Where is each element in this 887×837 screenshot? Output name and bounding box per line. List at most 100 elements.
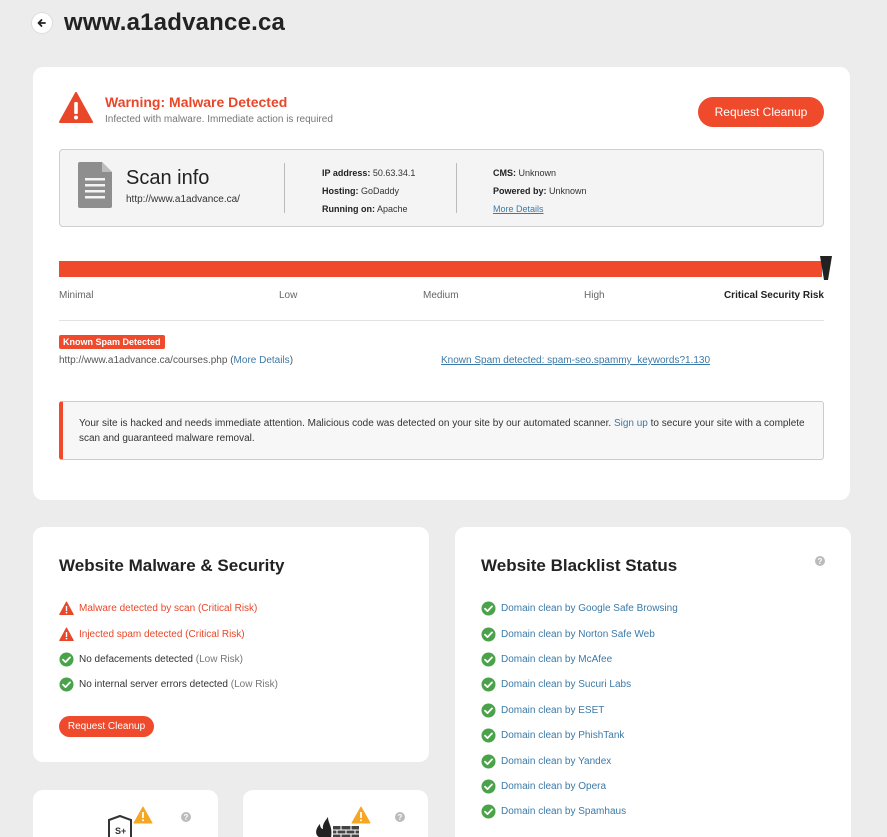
cms-value: Unknown	[518, 168, 557, 178]
security-item-text: No internal server errors detected	[79, 679, 228, 691]
help-icon[interactable]: ?	[815, 556, 825, 566]
security-item-risk: (Critical Risk)	[195, 603, 258, 615]
risk-label-medium: Medium	[423, 290, 459, 301]
check-circle-icon	[481, 703, 496, 718]
risk-marker-icon	[820, 256, 832, 280]
blacklist-item-text[interactable]: Domain clean by Sucuri Labs	[501, 679, 631, 690]
powered-label: Powered by:	[493, 186, 547, 196]
ip-label: IP address:	[322, 168, 371, 178]
check-circle-icon	[481, 779, 496, 794]
risk-label-high: High	[584, 290, 605, 301]
blacklist-item-text[interactable]: Domain clean by ESET	[501, 705, 604, 716]
security-item-text: Malware detected by scan	[79, 603, 196, 615]
list-item: Domain clean by McAfee	[481, 647, 678, 672]
arrow-left-icon	[37, 19, 46, 27]
security-item-risk: (Critical Risk)	[182, 628, 245, 640]
warning-triangle-icon	[59, 627, 74, 641]
list-item: No defacements detected (Low Risk)	[59, 647, 278, 672]
server-info: IP address: 50.63.34.1 Hosting: GoDaddy …	[322, 164, 415, 218]
risk-label-minimal: Minimal	[59, 290, 94, 301]
spam-url: http://www.a1advance.ca/courses.php (Mor…	[59, 355, 293, 366]
scan-info-box: Scan info http://www.a1advance.ca/ IP ad…	[59, 149, 824, 227]
check-circle-icon	[481, 652, 496, 667]
spam-detail-link[interactable]: Known Spam detected: spam-seo.spammy_key…	[441, 355, 710, 366]
divider	[456, 163, 457, 213]
blacklist-item-text[interactable]: Domain clean by Opera	[501, 781, 606, 792]
alert-text: Your site is hacked and needs immediate …	[79, 418, 614, 429]
ip-value: 50.63.34.1	[372, 168, 416, 178]
scan-info-title: Scan info	[126, 167, 210, 189]
hosting-label: Hosting:	[322, 186, 359, 196]
risk-label-low: Low	[279, 290, 298, 301]
warning-triangle-icon	[59, 92, 93, 123]
security-item-text: No defacements detected	[79, 653, 193, 665]
blacklist-item-text[interactable]: Domain clean by Norton Safe Web	[501, 629, 655, 640]
spam-url-text: http://www.a1advance.ca/courses.php	[59, 355, 228, 366]
page-title: www.a1advance.ca	[64, 9, 286, 36]
check-circle-icon	[59, 677, 74, 692]
running-label: Running on:	[322, 204, 375, 214]
check-circle-icon	[481, 804, 496, 819]
back-button[interactable]	[32, 13, 52, 33]
security-list: Malware detected by scan (Critical Risk)…	[59, 596, 278, 698]
blacklist-item-text[interactable]: Domain clean by PhishTank	[501, 730, 624, 741]
check-circle-icon	[59, 652, 74, 667]
security-item-risk: (Low Risk)	[227, 679, 278, 691]
spam-more-details-link[interactable]: More Details	[234, 355, 290, 366]
blacklist-status-card: Website Blacklist Status ? Domain clean …	[455, 527, 851, 837]
list-item: Domain clean by Yandex	[481, 748, 678, 773]
blacklist-item-text[interactable]: Domain clean by Google Safe Browsing	[501, 603, 678, 614]
warning-triangle-icon	[351, 806, 371, 824]
help-icon[interactable]: ?	[181, 812, 191, 822]
list-item: Domain clean by Norton Safe Web	[481, 621, 678, 646]
help-icon[interactable]: ?	[395, 812, 405, 822]
check-circle-icon	[481, 728, 496, 743]
scan-url: http://www.a1advance.ca/	[126, 194, 240, 205]
document-icon	[78, 162, 112, 208]
risk-level-bar	[59, 261, 822, 277]
cms-label: CMS:	[493, 168, 516, 178]
warning-triangle-icon	[59, 601, 74, 616]
check-circle-icon	[481, 601, 496, 616]
hacked-alert: Your site is hacked and needs immediate …	[59, 401, 824, 460]
warning-triangle-icon	[133, 806, 153, 824]
spam-url-paren-close: )	[289, 355, 294, 366]
list-item: Domain clean by Sucuri Labs	[481, 672, 678, 697]
divider	[59, 320, 824, 321]
svg-text:S+: S+	[115, 826, 126, 836]
check-circle-icon	[481, 677, 496, 692]
request-cleanup-button[interactable]: Request Cleanup	[698, 97, 824, 127]
blacklist-item-text[interactable]: Domain clean by Yandex	[501, 756, 611, 767]
request-cleanup-button[interactable]: Request Cleanup	[59, 716, 154, 737]
list-item: Domain clean by ESET	[481, 698, 678, 723]
blacklist-list: Domain clean by Google Safe Browsing Doma…	[481, 596, 678, 825]
security-title: Website Malware & Security	[59, 556, 285, 575]
check-circle-icon	[481, 754, 496, 769]
warning-title: Warning: Malware Detected	[105, 94, 288, 110]
page-header: www.a1advance.ca	[32, 8, 285, 38]
blacklist-title: Website Blacklist Status	[481, 556, 678, 575]
hosting-value: GoDaddy	[361, 186, 400, 196]
blacklist-item-text[interactable]: Domain clean by Spamhaus	[501, 806, 626, 817]
warning-header: Warning: Malware Detected Infected with …	[59, 92, 333, 125]
hacked-site-card: ?	[243, 790, 428, 837]
security-item-risk: (Low Risk)	[192, 653, 243, 665]
divider	[284, 163, 285, 213]
cms-info: CMS: Unknown Powered by: Unknown More De…	[493, 164, 587, 218]
security-item-text: Injected spam detected	[79, 628, 183, 640]
check-circle-icon	[481, 627, 496, 642]
sign-up-link[interactable]: Sign up	[614, 418, 648, 429]
warning-subtitle: Infected with malware. Immediate action …	[105, 114, 333, 125]
more-details-link[interactable]: More Details	[493, 204, 544, 214]
blacklist-item-text[interactable]: Domain clean by McAfee	[501, 654, 612, 665]
scan-result-card: Warning: Malware Detected Infected with …	[33, 67, 850, 500]
risk-scale-labels: Minimal Low Medium High Critical Securit…	[59, 290, 824, 302]
malware-security-card: Website Malware & Security Malware detec…	[33, 527, 429, 762]
list-item: Domain clean by Opera	[481, 774, 678, 799]
list-item: Domain clean by Spamhaus	[481, 799, 678, 824]
list-item: Domain clean by Google Safe Browsing	[481, 596, 678, 621]
list-item: Injected spam detected (Critical Risk)	[59, 621, 278, 646]
risk-label-critical: Critical Security Risk	[723, 290, 824, 301]
list-item: Domain clean by PhishTank	[481, 723, 678, 748]
powered-value: Unknown	[549, 186, 587, 196]
